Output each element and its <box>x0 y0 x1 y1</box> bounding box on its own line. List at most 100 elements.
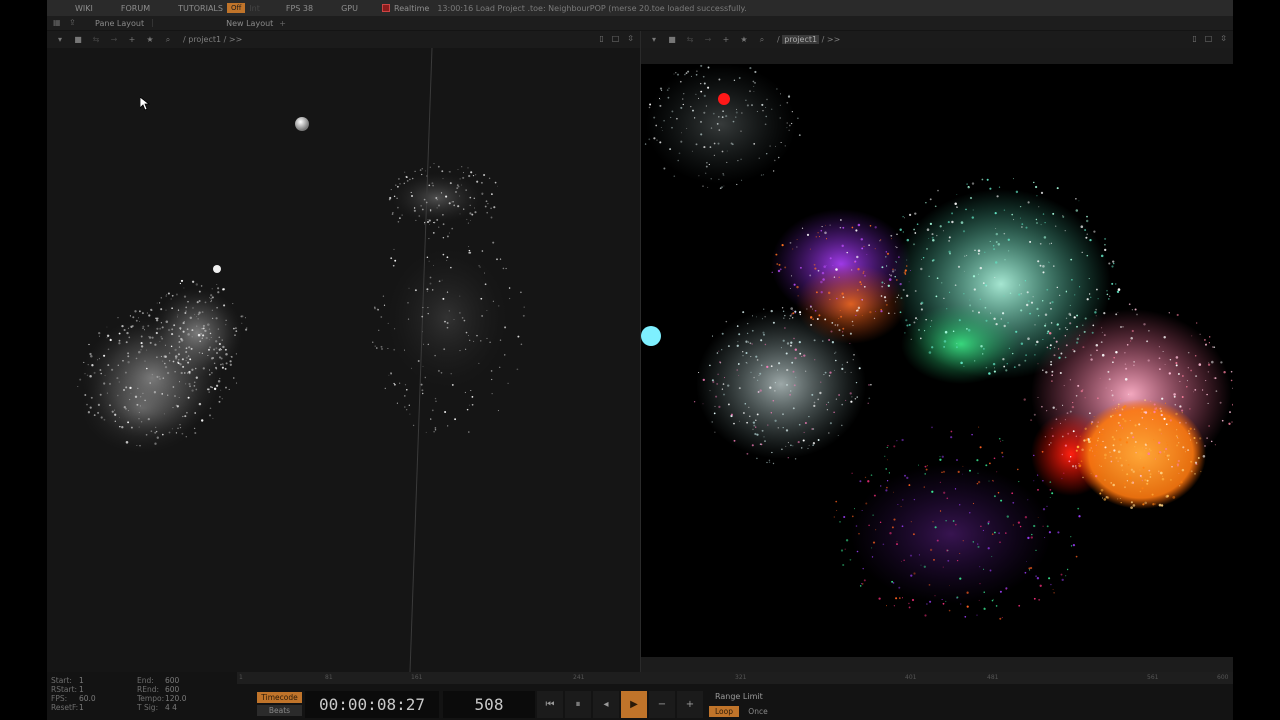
right-network-path[interactable]: / project1 / >> <box>777 35 840 44</box>
particle <box>426 291 428 292</box>
particle <box>851 269 853 271</box>
step-plus-icon[interactable]: + <box>677 691 703 718</box>
bookmark-star-icon[interactable]: ★ <box>739 35 749 44</box>
back-icon[interactable]: ⇆ <box>685 35 695 44</box>
particle <box>963 270 965 272</box>
add-layout-icon[interactable]: + <box>279 19 286 28</box>
tsig-field[interactable]: 4 4 <box>165 703 195 712</box>
menu-forum[interactable]: FORUM <box>107 4 164 13</box>
tempo-field[interactable]: 120.0 <box>165 694 195 703</box>
step-back-icon[interactable]: ◂ <box>593 691 619 718</box>
forward-icon[interactable]: → <box>109 35 119 44</box>
pane-type-icon[interactable]: ■ <box>73 35 83 44</box>
resetf-field[interactable]: 1 <box>79 703 137 712</box>
particle <box>782 426 784 429</box>
grid-icon[interactable]: ▦ <box>53 19 63 27</box>
pause-icon[interactable]: ⏸ <box>565 691 591 718</box>
timecode-toggle[interactable]: Timecode <box>257 692 302 703</box>
skip-to-start-icon[interactable]: ⏮ <box>537 691 563 718</box>
particle <box>79 378 82 381</box>
particle <box>217 287 220 290</box>
particle <box>1124 352 1126 354</box>
right-viewport[interactable] <box>641 64 1233 657</box>
layout-presets[interactable] <box>152 19 222 27</box>
left-viewport[interactable] <box>47 48 640 672</box>
particle <box>792 312 795 315</box>
frame-number-field[interactable]: 508 <box>443 691 535 718</box>
back-icon[interactable]: ⇆ <box>91 35 101 44</box>
play-icon[interactable]: ▶ <box>621 691 647 718</box>
pane-info-icon[interactable]: ▯ <box>599 34 603 43</box>
particle <box>932 520 934 523</box>
pane-split-icon[interactable]: ⇳ <box>627 34 634 43</box>
particle <box>137 317 139 319</box>
search-icon[interactable]: ⌕ <box>757 35 767 45</box>
pane-type-icon[interactable]: ■ <box>667 35 677 44</box>
particle <box>774 390 776 392</box>
particle <box>432 184 434 187</box>
timeline-settings: Start: 1 End: 600 RStart: 1 REnd: 600 FPS: 60.0… <box>51 676 195 712</box>
particle <box>661 129 663 131</box>
realtime-checkbox[interactable] <box>382 4 390 12</box>
particle <box>404 406 406 408</box>
fps-field[interactable]: 60.0 <box>79 694 137 703</box>
pane-maximize-icon[interactable]: □ <box>612 34 620 43</box>
timecode-display[interactable]: 00:00:08:27 <box>305 691 439 718</box>
menu-wiki[interactable]: WIKI <box>61 4 107 13</box>
particle <box>841 244 844 248</box>
particle <box>450 266 452 269</box>
particle <box>1011 352 1014 355</box>
search-icon[interactable]: ⌕ <box>163 35 173 45</box>
particle <box>717 142 720 145</box>
menu-tutorials[interactable]: TUTORIALS <box>164 4 227 13</box>
particle <box>1101 433 1103 435</box>
pane-menu-chevron-icon[interactable]: ▾ <box>649 35 659 44</box>
step-minus-icon[interactable]: − <box>649 691 675 718</box>
int-toggle[interactable]: Int <box>249 4 260 13</box>
particle <box>1184 449 1186 450</box>
particle <box>691 150 693 152</box>
end-field[interactable]: 600 <box>165 676 195 685</box>
particle <box>246 327 248 329</box>
pane-layout-label[interactable]: Pane Layout <box>95 19 144 28</box>
add-icon[interactable]: + <box>721 35 731 44</box>
new-layout-button[interactable]: New Layout <box>226 19 273 28</box>
particle <box>962 540 964 542</box>
pane-info-icon[interactable]: ▯ <box>1192 34 1196 43</box>
bookmark-star-icon[interactable]: ★ <box>145 35 155 44</box>
fps-label: FPS: <box>51 694 68 703</box>
particle <box>433 222 435 224</box>
particle <box>1159 471 1163 475</box>
export-icon[interactable]: ⇪ <box>69 19 79 27</box>
left-network-path[interactable]: / project1 / >> <box>183 35 242 44</box>
particle <box>716 352 719 354</box>
add-icon[interactable]: + <box>127 35 137 44</box>
once-toggle[interactable]: Once <box>743 706 773 717</box>
particle <box>1166 441 1168 443</box>
pane-maximize-icon[interactable]: □ <box>1205 34 1213 43</box>
particle <box>191 389 194 392</box>
particle <box>949 252 951 255</box>
particle <box>93 414 96 416</box>
pane-menu-chevron-icon[interactable]: ▾ <box>55 35 65 44</box>
realtime-off-toggle[interactable]: Off <box>226 3 246 13</box>
right-path-project[interactable]: project1 <box>782 35 820 44</box>
start-field[interactable]: 1 <box>79 676 137 685</box>
particle <box>920 564 922 566</box>
beats-toggle[interactable]: Beats <box>257 705 302 716</box>
particle <box>721 332 724 335</box>
rend-field[interactable]: 600 <box>165 685 195 694</box>
particle <box>219 396 221 398</box>
particle <box>872 541 876 544</box>
forward-icon[interactable]: → <box>703 35 713 44</box>
particle <box>943 491 946 494</box>
particle <box>1092 447 1094 449</box>
particle <box>736 325 739 327</box>
particle <box>1046 288 1049 291</box>
rstart-field[interactable]: 1 <box>79 685 137 694</box>
timeline-ruler[interactable]: 1 81 161 241 321 401 481 561 600 <box>237 672 1233 684</box>
particle <box>886 480 889 482</box>
loop-toggle[interactable]: Loop <box>709 706 739 717</box>
particle <box>387 322 389 324</box>
pane-split-icon[interactable]: ⇳ <box>1220 34 1227 43</box>
